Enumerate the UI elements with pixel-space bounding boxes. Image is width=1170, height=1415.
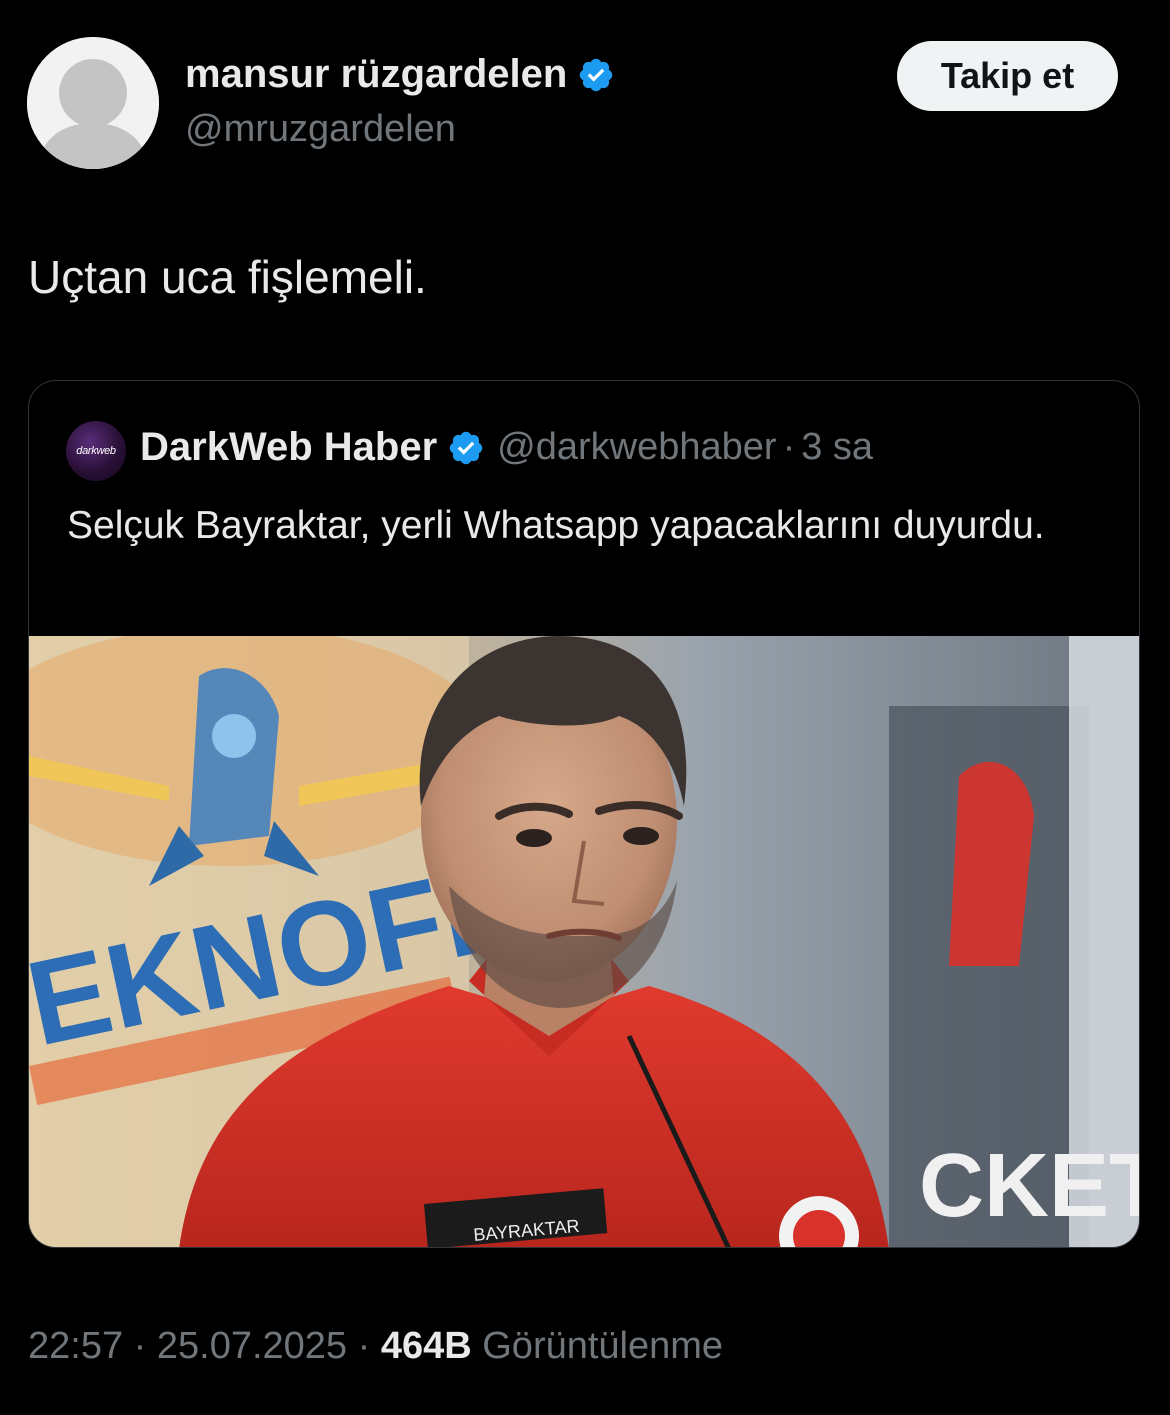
darkweb-logo-icon: darkweb — [76, 445, 116, 457]
quoted-tweet-photo[interactable]: EKNOFEST CKET BAYRAKTAR — [29, 636, 1140, 1247]
views-label: Görüntülenme — [482, 1325, 724, 1367]
author-avatar[interactable] — [27, 37, 159, 169]
separator-dot: · — [357, 1325, 371, 1367]
author-display-name-row[interactable]: mansur rüzgardelen — [185, 52, 615, 97]
quoted-tweet-time[interactable]: 3 sa — [801, 426, 873, 469]
quoted-tweet-card[interactable]: darkweb DarkWeb Haber @darkwebhaber · 3 … — [28, 380, 1140, 1248]
tweet-date[interactable]: 25.07.2025 — [157, 1325, 347, 1367]
tweet-time[interactable]: 22:57 — [28, 1325, 123, 1367]
tweet-text: Uçtan uca fişlemeli. — [28, 251, 427, 303]
separator-dot: · — [133, 1325, 147, 1367]
quoted-author-handle[interactable]: @darkwebhaber — [497, 426, 776, 469]
author-handle[interactable]: @mruzgardelen — [185, 108, 456, 151]
right-banner-text: CKET — [919, 1136, 1140, 1236]
follow-button[interactable]: Takip et — [897, 41, 1118, 111]
quoted-tweet-text: Selçuk Bayraktar, yerli Whatsapp yapacak… — [67, 504, 1045, 547]
separator-dot: · — [782, 426, 796, 468]
tweet-meta: 22:57 · 25.07.2025 · 464B Görüntülenme — [28, 1325, 723, 1368]
verified-badge-icon — [447, 429, 485, 467]
author-display-name[interactable]: mansur rüzgardelen — [185, 52, 567, 97]
quoted-tweet-header: DarkWeb Haber @darkwebhaber · 3 sa — [140, 425, 873, 470]
quoted-author-display-name[interactable]: DarkWeb Haber — [140, 425, 437, 470]
views-count[interactable]: 464B — [381, 1325, 472, 1367]
verified-badge-icon — [577, 56, 615, 94]
quoted-author-avatar[interactable]: darkweb — [66, 421, 126, 481]
default-avatar-icon — [27, 37, 159, 169]
